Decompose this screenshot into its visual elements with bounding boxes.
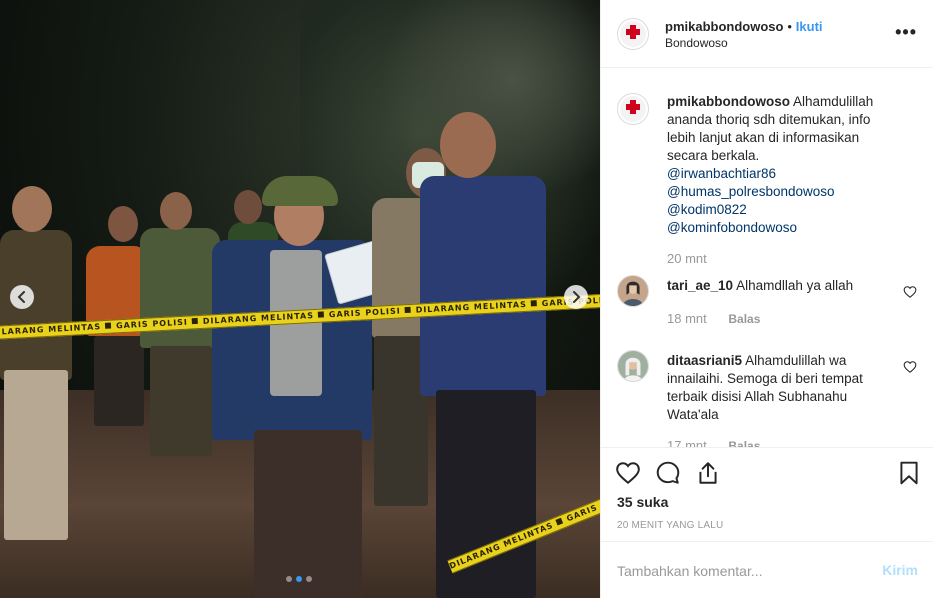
pmi-logo-icon (620, 21, 646, 47)
mention-link[interactable]: @irwanbachtiar86 (667, 165, 892, 183)
mention-link[interactable]: @humas_polresbondowoso (667, 183, 892, 201)
post-timestamp[interactable]: 20 MENIT YANG LALU (617, 520, 723, 531)
comments-list[interactable]: pmikabbondowoso Alhamdulillah ananda tho… (601, 69, 933, 447)
photo-hat (262, 176, 338, 206)
comment-like-icon[interactable] (903, 285, 917, 299)
comment-meta: 17 mnt Balas (667, 438, 760, 447)
user-photo-icon (618, 351, 648, 381)
comment-icon[interactable] (655, 460, 681, 486)
comment-body: ditaasriani5 Alhamdulillah wa innailaihi… (667, 352, 892, 424)
comment-like-icon[interactable] (903, 360, 917, 374)
carousel-dot (286, 576, 292, 582)
more-horizontal-icon: ••• (895, 22, 917, 42)
bookmark-icon[interactable] (896, 460, 922, 486)
chevron-left-icon (17, 291, 25, 303)
photo-person (0, 230, 72, 380)
comment-meta: 18 mnt Balas (667, 311, 760, 326)
more-options-button[interactable]: ••• (895, 22, 917, 43)
photo-person-legs (254, 430, 362, 598)
author-username-link[interactable]: pmikabbondowoso (665, 19, 783, 34)
likes-count[interactable]: 35 suka (617, 494, 668, 510)
reply-button[interactable]: Balas (728, 312, 760, 326)
photo-person-head (160, 192, 192, 230)
author-avatar[interactable] (617, 18, 649, 50)
location-link[interactable]: Bondowoso (665, 36, 728, 50)
carousel-prev-button[interactable] (10, 285, 34, 309)
action-bar: 35 suka 20 MENIT YANG LALU (601, 447, 933, 531)
comment-item: ditaasriani5 Alhamdulillah wa innailaihi… (617, 350, 917, 447)
mention-link[interactable]: @kominfobondowoso (667, 219, 892, 237)
carousel-dot-active (296, 576, 302, 582)
post-header: pmikabbondowoso • Ikuti Bondowoso ••• (601, 0, 933, 68)
commenter-username-link[interactable]: ditaasriani5 (667, 353, 742, 368)
commenter-username-link[interactable]: tari_ae_10 (667, 278, 733, 293)
follow-separator: • (787, 19, 792, 34)
caption-body: pmikabbondowoso Alhamdulillah ananda tho… (667, 93, 892, 237)
chevron-right-icon (573, 291, 581, 303)
post-sidebar: pmikabbondowoso • Ikuti Bondowoso ••• pm… (600, 0, 933, 598)
follow-button[interactable]: Ikuti (796, 19, 823, 34)
comment-timestamp[interactable]: 17 mnt (667, 438, 707, 447)
comment-input[interactable] (617, 560, 867, 582)
photo-person-head (12, 186, 52, 232)
pmi-logo-icon (620, 96, 646, 122)
photo-person-head (440, 112, 496, 178)
add-comment-form: Kirim (601, 541, 933, 598)
user-photo-icon (618, 276, 648, 306)
comment-body: tari_ae_10 Alhamdllah ya allah (667, 277, 892, 295)
heart-icon[interactable] (615, 460, 641, 486)
reply-button[interactable]: Balas (728, 439, 760, 447)
post-photo[interactable]: DILARANG MELINTAS ⯀ GARIS POLISI ⯀ DILAR… (0, 0, 600, 598)
share-icon[interactable] (695, 460, 721, 486)
comment-timestamp[interactable]: 18 mnt (667, 311, 707, 326)
author-avatar[interactable] (617, 93, 649, 125)
photo-person-head (108, 206, 138, 242)
comment-item: tari_ae_10 Alhamdllah ya allah 18 mnt Ba… (617, 275, 917, 335)
photo-person (420, 176, 546, 396)
photo-person-legs (4, 370, 68, 540)
photo-person-legs (94, 336, 144, 426)
carousel-dot (306, 576, 312, 582)
post-comment-button[interactable]: Kirim (882, 562, 918, 578)
commenter-avatar[interactable] (617, 350, 649, 382)
caption: pmikabbondowoso Alhamdulillah ananda tho… (617, 93, 917, 283)
caption-username-link[interactable]: pmikabbondowoso (667, 94, 790, 109)
comment-text: Alhamdllah ya allah (736, 278, 854, 293)
carousel-indicator (286, 576, 312, 582)
commenter-avatar[interactable] (617, 275, 649, 307)
photo-person-head (234, 190, 262, 224)
caption-timestamp[interactable]: 20 mnt (667, 251, 707, 266)
mention-link[interactable]: @kodim0822 (667, 201, 892, 219)
photo-person-legs (150, 346, 212, 456)
carousel-next-button[interactable] (564, 285, 588, 309)
